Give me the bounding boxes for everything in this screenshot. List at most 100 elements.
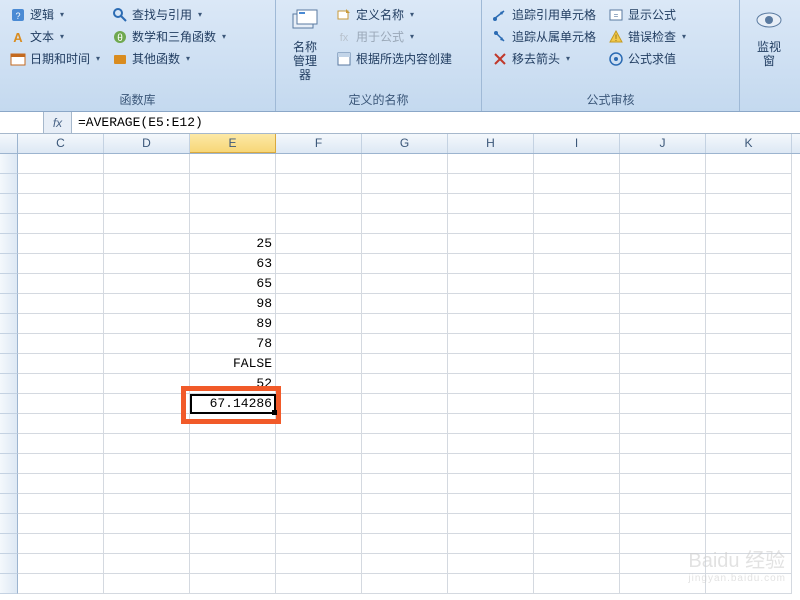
cell[interactable] bbox=[706, 374, 792, 394]
cell[interactable] bbox=[706, 494, 792, 514]
cell[interactable] bbox=[362, 574, 448, 594]
trace-dependents-button[interactable]: 追踪从属单元格 bbox=[488, 26, 600, 47]
cell[interactable] bbox=[18, 334, 104, 354]
cell[interactable] bbox=[534, 314, 620, 334]
col-header-D[interactable]: D bbox=[104, 134, 190, 153]
other-func-button[interactable]: 其他函数 ▾ bbox=[108, 48, 230, 69]
cell[interactable] bbox=[362, 434, 448, 454]
cell[interactable] bbox=[276, 454, 362, 474]
cell[interactable] bbox=[534, 454, 620, 474]
cell[interactable] bbox=[276, 274, 362, 294]
cell[interactable] bbox=[448, 534, 534, 554]
cell[interactable] bbox=[620, 454, 706, 474]
cell[interactable] bbox=[706, 174, 792, 194]
cell[interactable] bbox=[18, 214, 104, 234]
cell[interactable] bbox=[448, 194, 534, 214]
cell[interactable] bbox=[534, 254, 620, 274]
cell[interactable] bbox=[534, 154, 620, 174]
cell[interactable] bbox=[706, 314, 792, 334]
cell[interactable] bbox=[276, 534, 362, 554]
cell[interactable] bbox=[620, 194, 706, 214]
cell[interactable] bbox=[620, 274, 706, 294]
cell[interactable] bbox=[104, 494, 190, 514]
cell[interactable] bbox=[18, 194, 104, 214]
cell[interactable] bbox=[448, 394, 534, 414]
watch-window-button[interactable]: 监视窗 bbox=[746, 4, 792, 106]
cell[interactable] bbox=[706, 154, 792, 174]
cell[interactable] bbox=[706, 334, 792, 354]
cell[interactable] bbox=[362, 554, 448, 574]
row-header[interactable] bbox=[0, 374, 18, 394]
cell[interactable] bbox=[620, 294, 706, 314]
cell[interactable] bbox=[18, 554, 104, 574]
cell[interactable] bbox=[190, 454, 276, 474]
row-header[interactable] bbox=[0, 434, 18, 454]
cell[interactable] bbox=[706, 354, 792, 374]
cell[interactable] bbox=[190, 474, 276, 494]
cell[interactable]: 52 bbox=[190, 374, 276, 394]
formula-input[interactable]: =AVERAGE(E5:E12) bbox=[72, 112, 800, 133]
cell[interactable] bbox=[534, 574, 620, 594]
cell[interactable] bbox=[534, 474, 620, 494]
cell[interactable] bbox=[18, 314, 104, 334]
cell[interactable] bbox=[276, 154, 362, 174]
cell[interactable] bbox=[104, 414, 190, 434]
row-header[interactable] bbox=[0, 274, 18, 294]
cell[interactable] bbox=[276, 314, 362, 334]
cell[interactable] bbox=[190, 414, 276, 434]
cell[interactable] bbox=[620, 154, 706, 174]
cell[interactable] bbox=[276, 514, 362, 534]
cell[interactable] bbox=[448, 214, 534, 234]
cell[interactable] bbox=[534, 274, 620, 294]
cell[interactable] bbox=[706, 454, 792, 474]
cell[interactable] bbox=[534, 334, 620, 354]
cell[interactable] bbox=[706, 394, 792, 414]
cell[interactable] bbox=[362, 394, 448, 414]
row-header[interactable] bbox=[0, 474, 18, 494]
cell[interactable] bbox=[706, 294, 792, 314]
cell[interactable] bbox=[104, 574, 190, 594]
cell[interactable] bbox=[276, 414, 362, 434]
evaluate-button[interactable]: 公式求值 bbox=[604, 48, 690, 69]
cell[interactable] bbox=[276, 474, 362, 494]
select-all-corner[interactable] bbox=[0, 134, 18, 153]
cell[interactable] bbox=[534, 494, 620, 514]
cell[interactable] bbox=[448, 494, 534, 514]
cell[interactable] bbox=[362, 354, 448, 374]
cell[interactable] bbox=[362, 454, 448, 474]
cell[interactable] bbox=[18, 514, 104, 534]
row-header[interactable] bbox=[0, 554, 18, 574]
cell[interactable] bbox=[104, 354, 190, 374]
cell[interactable] bbox=[448, 474, 534, 494]
show-formulas-button[interactable]: = 显示公式 bbox=[604, 4, 690, 25]
cell[interactable] bbox=[190, 514, 276, 534]
cell[interactable] bbox=[620, 374, 706, 394]
cell[interactable] bbox=[18, 434, 104, 454]
cell[interactable] bbox=[362, 334, 448, 354]
cell[interactable] bbox=[190, 174, 276, 194]
cell[interactable] bbox=[448, 334, 534, 354]
col-header-E[interactable]: E bbox=[190, 134, 276, 153]
cell[interactable] bbox=[706, 434, 792, 454]
cell[interactable] bbox=[534, 554, 620, 574]
cell[interactable] bbox=[448, 274, 534, 294]
cell[interactable] bbox=[190, 154, 276, 174]
cell[interactable] bbox=[362, 474, 448, 494]
cell[interactable]: 78 bbox=[190, 334, 276, 354]
cell[interactable] bbox=[18, 454, 104, 474]
cell[interactable] bbox=[448, 574, 534, 594]
cell[interactable] bbox=[104, 314, 190, 334]
cell[interactable] bbox=[18, 394, 104, 414]
cell[interactable] bbox=[104, 534, 190, 554]
cell[interactable] bbox=[620, 174, 706, 194]
cell[interactable] bbox=[104, 194, 190, 214]
cell[interactable] bbox=[706, 274, 792, 294]
cell[interactable] bbox=[620, 234, 706, 254]
cell[interactable] bbox=[534, 234, 620, 254]
cell[interactable] bbox=[362, 314, 448, 334]
grid[interactable]: 256365988978FALSE5267.14286 bbox=[0, 154, 800, 594]
cell[interactable] bbox=[534, 514, 620, 534]
cell[interactable] bbox=[534, 534, 620, 554]
cell[interactable] bbox=[448, 254, 534, 274]
cell[interactable] bbox=[18, 174, 104, 194]
